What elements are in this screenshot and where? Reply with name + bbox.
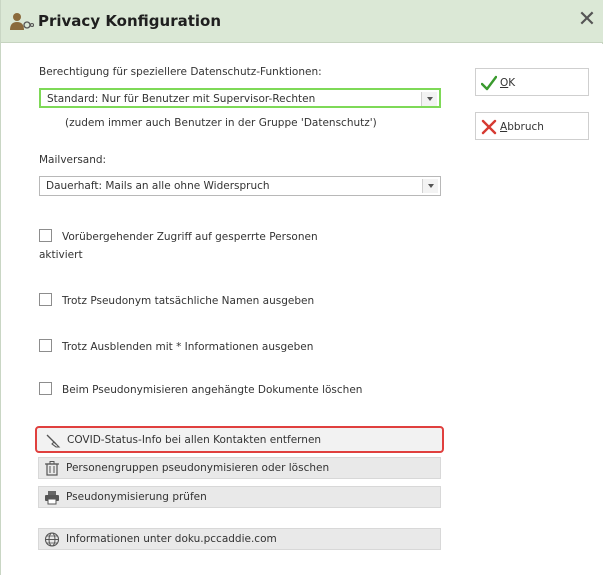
checkbox-show-hidden-info-box[interactable] — [39, 339, 52, 352]
mail-select[interactable]: Dauerhaft: Mails an alle ohne Widerspruc… — [39, 176, 441, 196]
checkbox-delete-documents[interactable]: Beim Pseudonymisieren angehängte Dokumen… — [39, 381, 429, 400]
checkbox-temp-access[interactable]: Vorübergehender Zugriff auf gesperrte Pe… — [39, 228, 399, 266]
trash-icon — [45, 461, 59, 476]
ok-button[interactable]: OK — [475, 68, 589, 96]
check-pseudonymization-button[interactable]: Pseudonymisierung prüfen — [38, 486, 441, 508]
printer-icon — [45, 491, 59, 505]
users-privacy-icon — [10, 13, 34, 30]
permission-select-value: Standard: Nur für Benutzer mit Superviso… — [47, 93, 316, 105]
pseudonymize-groups-button[interactable]: Personengruppen pseudonymisieren oder lö… — [38, 457, 441, 479]
covid-info-remove-label: COVID-Status-Info bei allen Kontakten en… — [67, 434, 322, 446]
checkbox-real-names[interactable]: Trotz Pseudonym tatsächliche Namen ausge… — [39, 292, 399, 311]
permission-note: (zudem immer auch Benutzer in der Gruppe… — [65, 117, 377, 129]
globe-icon — [44, 532, 60, 547]
dialog-title: Privacy Konfiguration — [38, 12, 222, 30]
check-pseudonymization-label: Pseudonymisierung prüfen — [66, 491, 207, 503]
chevron-down-icon[interactable] — [422, 179, 438, 193]
info-link-button[interactable]: Informationen unter doku.pccaddie.com — [38, 528, 441, 550]
permission-label: Berechtigung für speziellere Datenschutz… — [39, 66, 322, 78]
mail-label: Mailversand: — [39, 154, 107, 166]
cross-icon — [481, 119, 497, 135]
mail-select-value: Dauerhaft: Mails an alle ohne Widerspruc… — [46, 180, 270, 192]
checkbox-show-hidden-info-label: Trotz Ausblenden mit * Informationen aus… — [62, 341, 314, 353]
title-bar: Privacy Konfiguration ✕ — [1, 0, 603, 43]
checkbox-temp-access-label-2: aktiviert — [39, 249, 83, 261]
pseudonymize-groups-label: Personengruppen pseudonymisieren oder lö… — [66, 462, 330, 474]
cancel-button-label: Abbruch — [500, 121, 544, 133]
covid-info-remove-button[interactable]: COVID-Status-Info bei allen Kontakten en… — [35, 426, 444, 453]
checkmark-icon — [481, 75, 497, 91]
checkbox-real-names-label: Trotz Pseudonym tatsächliche Namen ausge… — [62, 295, 315, 307]
dialog-content: Berechtigung für speziellere Datenschutz… — [1, 44, 603, 575]
broom-icon — [46, 434, 61, 448]
cancel-button[interactable]: Abbruch — [475, 112, 589, 140]
chevron-down-icon[interactable] — [421, 92, 437, 106]
close-icon: ✕ — [577, 7, 597, 32]
info-link-label: Informationen unter doku.pccaddie.com — [66, 533, 277, 545]
checkbox-delete-documents-label: Beim Pseudonymisieren angehängte Dokumen… — [62, 384, 363, 396]
checkbox-show-hidden-info[interactable]: Trotz Ausblenden mit * Informationen aus… — [39, 338, 399, 357]
permission-select[interactable]: Standard: Nur für Benutzer mit Superviso… — [39, 88, 441, 108]
checkbox-temp-access-label: Vorübergehender Zugriff auf gesperrte Pe… — [62, 231, 318, 243]
checkbox-delete-documents-box[interactable] — [39, 382, 52, 395]
close-button[interactable]: ✕ — [575, 9, 599, 33]
checkbox-real-names-box[interactable] — [39, 293, 52, 306]
privacy-dialog: Privacy Konfiguration ✕ Berechtigung für… — [0, 0, 603, 575]
ok-button-label: OK — [500, 77, 516, 89]
checkbox-temp-access-box[interactable] — [39, 229, 52, 242]
